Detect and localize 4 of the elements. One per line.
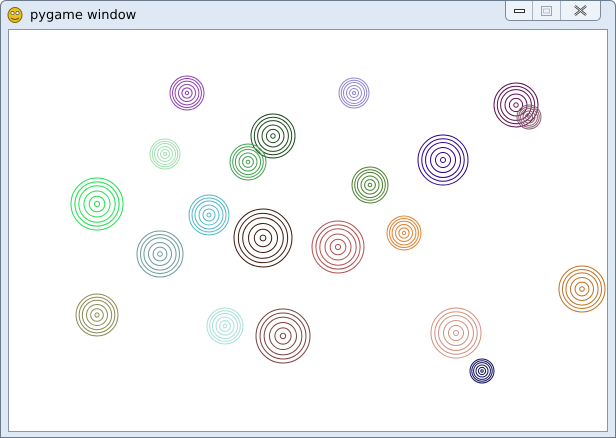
window-title: pygame window xyxy=(30,8,136,22)
close-icon xyxy=(574,5,587,16)
minimize-icon xyxy=(514,8,524,12)
maximize-icon xyxy=(541,6,552,16)
